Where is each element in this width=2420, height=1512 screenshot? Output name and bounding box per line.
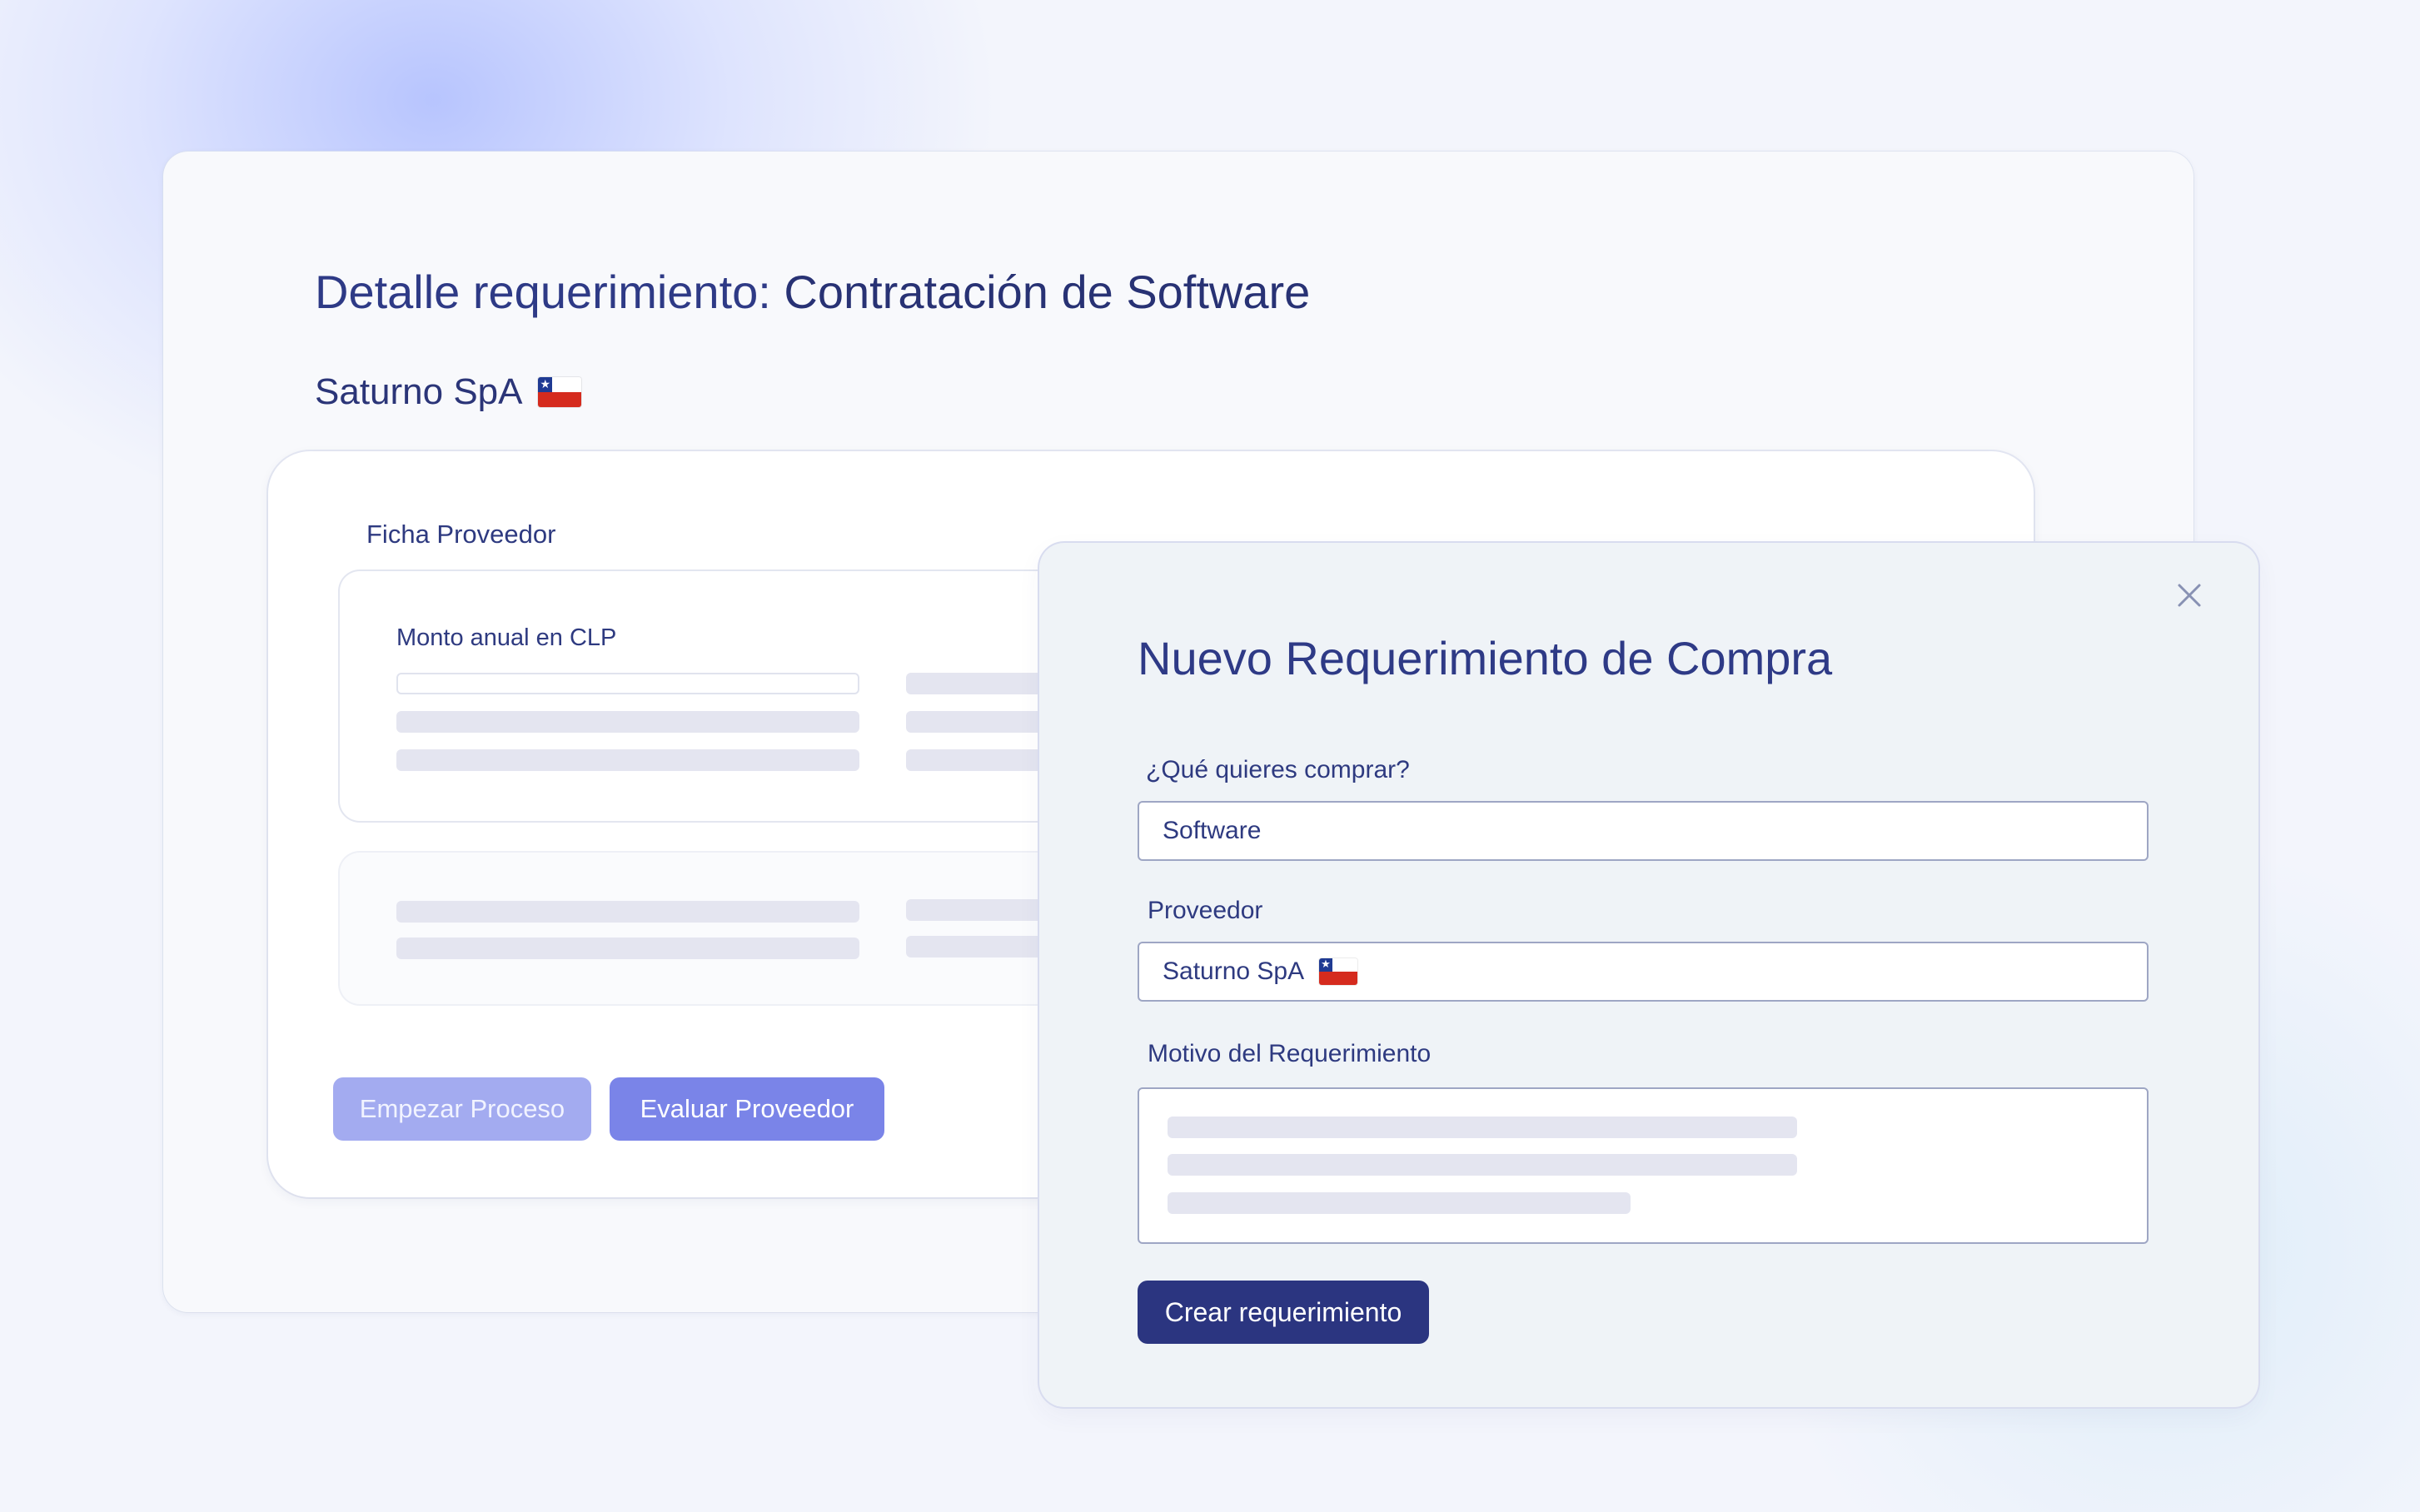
- skeleton-line: [396, 711, 859, 733]
- what-to-buy-label: ¿Qué quieres comprar?: [1146, 756, 1410, 783]
- company-name: Saturno SpA: [315, 371, 523, 412]
- skeleton-line: [1168, 1154, 1797, 1176]
- skeleton-line: [396, 901, 859, 923]
- supplier-input[interactable]: Saturno SpA ★: [1138, 942, 2149, 1002]
- start-process-button[interactable]: Empezar Proceso: [333, 1077, 591, 1141]
- page-title-prefix: Detalle requerimiento:: [315, 266, 784, 318]
- evaluate-supplier-button[interactable]: Evaluar Proveedor: [610, 1077, 884, 1141]
- what-to-buy-value: Software: [1163, 817, 1262, 844]
- skeleton-line: [396, 938, 859, 959]
- page-title: Detalle requerimiento: Contratación de S…: [315, 265, 1310, 319]
- chile-flag-icon: ★: [537, 377, 581, 407]
- supplier-value: Saturno SpA: [1163, 957, 1305, 985]
- monto-anual-label: Monto anual en CLP: [396, 624, 617, 651]
- create-requirement-button[interactable]: Crear requerimiento: [1138, 1281, 1429, 1344]
- chile-flag-icon: ★: [1319, 958, 1358, 985]
- page-title-requirement-name: Contratación de Software: [784, 266, 1311, 318]
- what-to-buy-input[interactable]: Software: [1138, 801, 2149, 861]
- ficha-proveedor-label: Ficha Proveedor: [366, 520, 556, 549]
- company-header: Saturno SpA ★: [315, 371, 581, 413]
- reason-label: Motivo del Requerimiento: [1148, 1040, 1432, 1067]
- skeleton-line: [1168, 1117, 1797, 1138]
- skeleton-line: [396, 749, 859, 771]
- monto-anual-field[interactable]: [396, 673, 859, 694]
- skeleton-line: [1168, 1192, 1631, 1214]
- supplier-label: Proveedor: [1148, 897, 1263, 924]
- modal-title: Nuevo Requerimiento de Compra: [1138, 632, 1833, 684]
- close-icon[interactable]: [2175, 581, 2203, 609]
